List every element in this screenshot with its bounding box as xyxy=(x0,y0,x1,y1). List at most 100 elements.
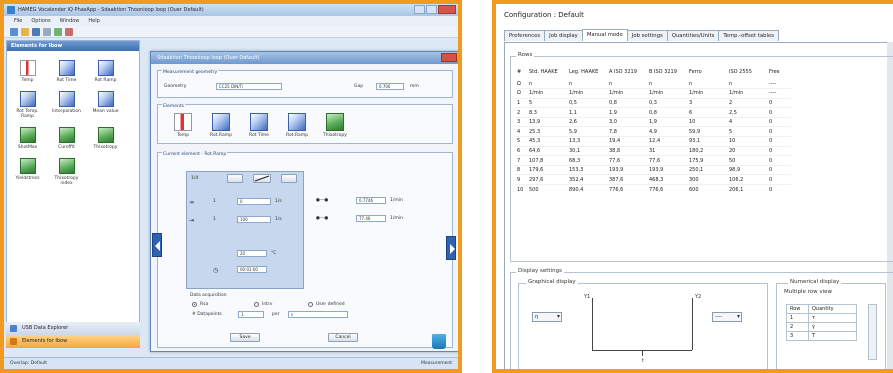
table-cell[interactable]: 6 xyxy=(515,145,527,156)
mode-button-1[interactable] xyxy=(227,174,243,183)
table-cell[interactable]: 98,9 xyxy=(727,164,767,175)
table-cell[interactable]: 4 xyxy=(727,116,767,127)
table-cell[interactable]: 2,5 xyxy=(727,107,767,118)
table-cell[interactable]: 1/min xyxy=(647,88,687,99)
table-cell[interactable]: Ω xyxy=(515,88,527,99)
table-cell[interactable]: 1,9 xyxy=(607,107,647,118)
linear-ramp-button[interactable] xyxy=(253,174,271,183)
table-cell[interactable]: 5 xyxy=(527,97,567,108)
duration-input[interactable]: 00:01:00 xyxy=(237,266,267,273)
table-cell[interactable]: 20 xyxy=(727,145,767,156)
next-element-arrow[interactable] xyxy=(446,236,456,260)
table-cell[interactable]: n xyxy=(567,79,607,89)
table-cell[interactable]: 4,9 xyxy=(647,126,687,137)
table-cell[interactable]: 193,9 xyxy=(607,164,647,175)
element-item[interactable]: Thixotropy xyxy=(89,127,122,150)
geometry-select[interactable]: CC25 DIN/Ti xyxy=(216,83,282,90)
table-cell[interactable]: n xyxy=(607,79,647,89)
previous-element-arrow[interactable] xyxy=(152,233,162,257)
table-cell[interactable]: 206,1 xyxy=(727,184,767,195)
thixotropy-icon[interactable] xyxy=(326,113,344,131)
table-cell[interactable]: 50 xyxy=(727,155,767,166)
start-value-input[interactable]: 0 xyxy=(237,198,271,205)
table-cell[interactable]: 193,9 xyxy=(647,164,687,175)
table-cell[interactable]: n xyxy=(647,79,687,89)
config-tab[interactable]: Job display xyxy=(544,30,583,41)
table-cell[interactable]: 30,1 xyxy=(567,145,607,156)
element-item[interactable]: Cureffit xyxy=(50,127,83,150)
config-tab[interactable]: Job settings xyxy=(626,30,668,41)
rot-ramp-icon[interactable] xyxy=(288,113,306,131)
table-cell[interactable]: n xyxy=(727,79,767,89)
config-tab[interactable]: Temp.-offset tables xyxy=(718,30,779,41)
per-unit-select[interactable]: s xyxy=(288,311,348,318)
gap-input[interactable]: 0.700 xyxy=(376,83,404,90)
menu-help[interactable]: Help xyxy=(88,18,99,24)
table-cell[interactable]: 19,4 xyxy=(607,136,647,147)
row-table-scrollbar[interactable] xyxy=(868,304,877,360)
table-cell[interactable]: 1/min xyxy=(727,88,767,99)
temperature-input[interactable]: 20 xyxy=(237,250,267,257)
menu-window[interactable]: Window xyxy=(60,18,80,24)
table-cell[interactable]: 500 xyxy=(527,184,567,195)
table-cell[interactable]: 6 xyxy=(687,107,727,118)
print-icon[interactable] xyxy=(43,27,51,36)
acq-radio-3[interactable] xyxy=(308,302,313,307)
table-cell[interactable]: 1/min xyxy=(567,88,607,99)
table-cell[interactable]: 297,6 xyxy=(527,174,567,185)
table-cell[interactable]: 10 xyxy=(515,184,527,195)
element-item[interactable]: Rot Temp. Ramp xyxy=(11,91,44,119)
table-cell[interactable]: 10 xyxy=(727,136,767,147)
table-cell[interactable]: 776,6 xyxy=(607,184,647,195)
table-cell[interactable]: 9 xyxy=(515,174,527,185)
table-cell[interactable]: 12,4 xyxy=(647,136,687,147)
table-cell[interactable]: 106,2 xyxy=(727,174,767,185)
table-cell[interactable]: 68,3 xyxy=(567,155,607,166)
mode-button-3[interactable] xyxy=(281,174,297,183)
table-cell[interactable]: 0 xyxy=(767,184,791,195)
table-cell[interactable]: 3,0 xyxy=(607,116,647,127)
table-cell[interactable]: n xyxy=(527,79,567,89)
table-cell[interactable]: 77,6 xyxy=(607,155,647,166)
stop-icon[interactable] xyxy=(65,27,73,36)
table-cell[interactable]: 0 xyxy=(767,116,791,127)
table-cell[interactable]: 250,1 xyxy=(687,164,727,175)
table-cell[interactable]: 3 xyxy=(515,116,527,127)
table-cell[interactable]: 4 xyxy=(515,126,527,137)
table-cell[interactable]: 38,8 xyxy=(607,145,647,156)
table-cell[interactable]: 2,6 xyxy=(567,116,607,127)
table-cell[interactable]: 1 xyxy=(515,97,527,108)
table-cell[interactable]: 7 xyxy=(515,155,527,166)
run-icon[interactable] xyxy=(54,27,62,36)
element-item[interactable]: Interpolation xyxy=(50,91,83,119)
table-cell[interactable]: 300 xyxy=(687,174,727,185)
table-cell[interactable]: ---- xyxy=(767,88,791,99)
element-item[interactable]: Temp xyxy=(11,60,44,83)
element-item[interactable]: Thixotropy index xyxy=(50,158,83,186)
element-item[interactable]: Rot Time xyxy=(50,60,83,83)
table-cell[interactable]: ---- xyxy=(767,79,791,89)
element-item[interactable]: Rot Ramp xyxy=(89,60,122,83)
table-cell[interactable]: 2 xyxy=(727,97,767,108)
table-cell[interactable]: 2 xyxy=(515,107,527,118)
rot-ramp-icon[interactable] xyxy=(212,113,230,131)
mini-table-row[interactable]: 3T xyxy=(786,331,857,341)
dialog-close-button[interactable] xyxy=(441,53,457,62)
table-cell[interactable]: 0,8 xyxy=(647,107,687,118)
nav-elements[interactable]: Elements for Ibow xyxy=(6,335,140,348)
table-cell[interactable]: 600 xyxy=(687,184,727,195)
table-cell[interactable]: 180,2 xyxy=(687,145,727,156)
mini-table-row[interactable]: 2 γ̇ xyxy=(786,322,857,332)
table-cell[interactable]: 0 xyxy=(767,107,791,118)
element-item[interactable]: ShotMax xyxy=(11,127,44,150)
config-tab[interactable]: Manual mode xyxy=(581,29,628,41)
table-cell[interactable]: 387,6 xyxy=(607,174,647,185)
acq-radio-2[interactable] xyxy=(254,302,259,307)
save-button[interactable]: Save xyxy=(230,333,260,342)
table-cell[interactable]: 13,9 xyxy=(527,116,567,127)
table-cell[interactable]: n xyxy=(687,79,727,89)
table-cell[interactable]: 3 xyxy=(687,97,727,108)
table-cell[interactable]: 13,3 xyxy=(567,136,607,147)
maximize-button[interactable] xyxy=(426,5,437,14)
table-cell[interactable]: 0,5 xyxy=(567,97,607,108)
